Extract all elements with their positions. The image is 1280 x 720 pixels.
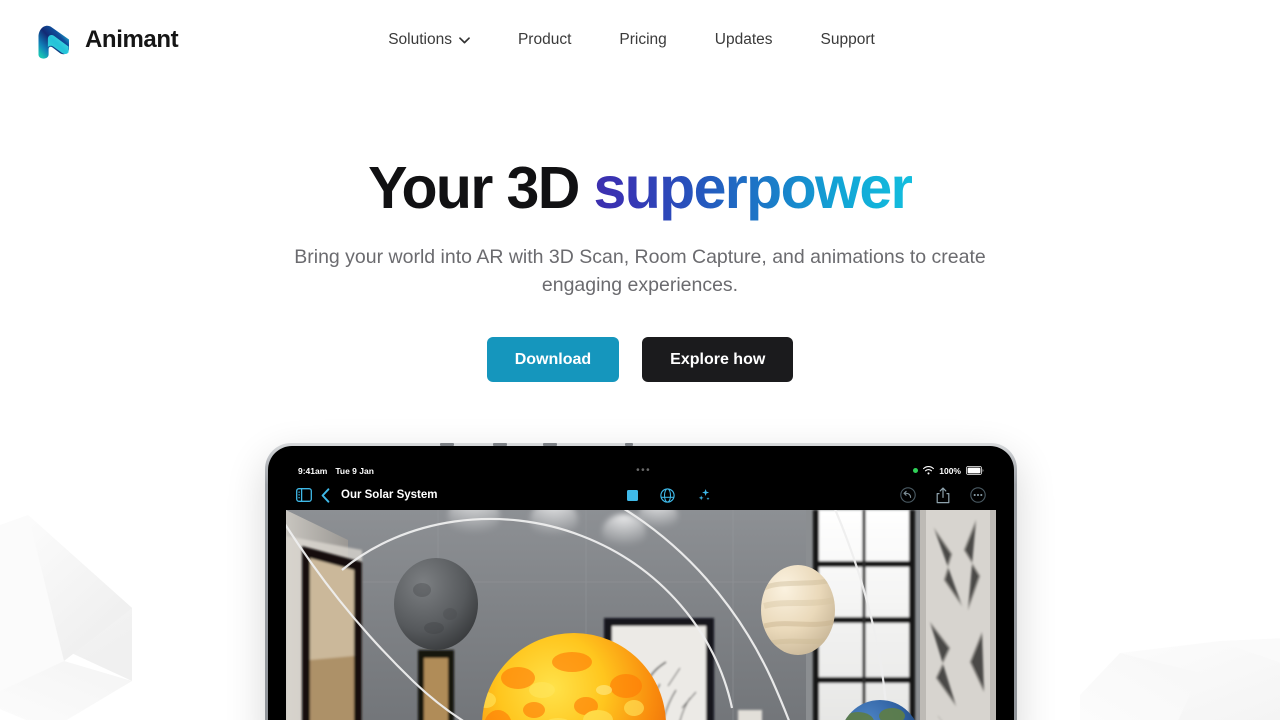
nav-item-support[interactable]: Support (797, 23, 899, 57)
status-bar-left: 9:41am Tue 9 Jan (298, 466, 374, 476)
undo-icon[interactable] (900, 487, 916, 503)
ios-status-bar: 9:41am Tue 9 Jan ••• 100% (286, 461, 996, 480)
nav-label-pricing: Pricing (619, 31, 667, 48)
scene-title: Our Solar System (341, 489, 438, 501)
green-status-dot-icon (913, 468, 919, 473)
square-fill-icon[interactable] (626, 489, 638, 501)
nav-label-support: Support (820, 31, 875, 48)
headline-gradient-part: superpower (593, 155, 914, 221)
nav-label-product: Product (517, 31, 572, 48)
globe-icon[interactable] (660, 487, 675, 503)
faceted-polygon-right (1080, 638, 1280, 720)
cta-row: Download Explore how (0, 337, 1280, 383)
share-icon[interactable] (936, 487, 950, 504)
explore-how-button[interactable]: Explore how (642, 337, 794, 383)
nav-item-solutions[interactable]: Solutions (364, 23, 494, 57)
ar-scene-render (286, 510, 996, 720)
status-date: Tue 9 Jan (335, 465, 374, 476)
chevron-left-icon[interactable] (321, 487, 330, 503)
status-time: 9:41am (298, 465, 328, 476)
tablet-device-mockup: 9:41am Tue 9 Jan ••• 100% Our Solar Syst… (265, 443, 1017, 720)
planet-mercury (394, 558, 478, 650)
site-header: Animant Solutions Product Pricing Update… (0, 0, 1280, 80)
ar-scene-viewport[interactable] (286, 510, 996, 720)
tablet-screen: 9:41am Tue 9 Jan ••• 100% Our Solar Syst… (286, 461, 996, 720)
battery-full-icon (966, 466, 984, 475)
status-bar-right: 100% (913, 466, 984, 476)
hero-subtitle: Bring your world into AR with 3D Scan, R… (294, 246, 986, 297)
brand-logo-link[interactable]: Animant (30, 18, 179, 62)
wifi-icon (923, 466, 935, 475)
toolbar-right-tools (900, 487, 986, 504)
brand-name: Animant (85, 26, 179, 53)
landing-page: Animant Solutions Product Pricing Update… (0, 0, 1280, 720)
animant-chevron-logo-icon (38, 25, 69, 59)
toolbar-left-group: Our Solar System (296, 487, 438, 503)
page-title: Your 3D superpower (0, 155, 1280, 221)
faceted-polygon-left (0, 515, 132, 720)
nav-item-pricing[interactable]: Pricing (595, 23, 690, 57)
sparkle-ar-icon[interactable] (697, 488, 711, 503)
nav-label-updates: Updates (714, 31, 773, 48)
app-toolbar: Our Solar System (286, 480, 996, 510)
nav-item-product[interactable]: Product (494, 23, 595, 57)
headline-plain-part: Your 3D (368, 155, 594, 221)
chevron-down-icon (459, 36, 470, 43)
planet-venus (761, 565, 835, 655)
main-navigation: Solutions Product Pricing Updates Suppor… (364, 23, 899, 57)
more-circle-icon[interactable] (970, 487, 986, 503)
status-bar-center: ••• (374, 465, 913, 475)
battery-percent-label: 100% (939, 465, 961, 476)
multitask-dots-icon[interactable]: ••• (636, 465, 651, 475)
nav-label-solutions: Solutions (388, 31, 452, 48)
download-button[interactable]: Download (486, 337, 620, 383)
sidebar-toggle-icon[interactable] (296, 488, 312, 502)
toolbar-center-tools (438, 487, 900, 503)
nav-item-updates[interactable]: Updates (691, 23, 797, 57)
